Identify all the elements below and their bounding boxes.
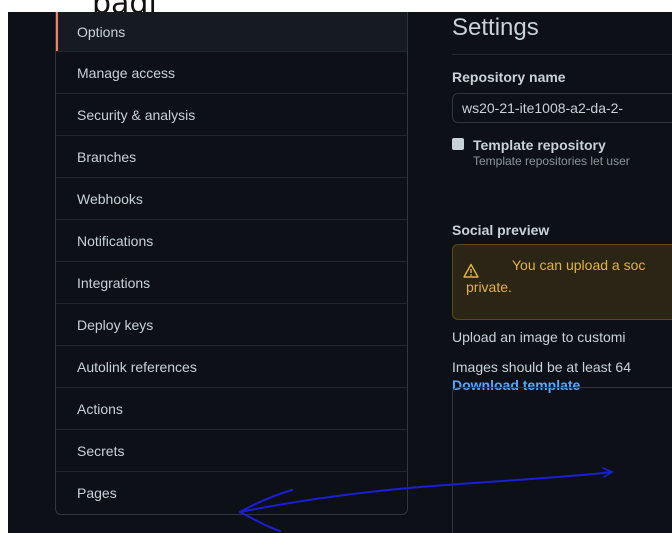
upload-description: Upload an image to customi	[452, 329, 626, 345]
social-preview-label: Social preview	[452, 222, 550, 238]
sidebar-item-label: Security & analysis	[77, 106, 196, 123]
sidebar-item-notifications[interactable]: Notifications	[56, 220, 407, 262]
template-repository-note: Template repositories let user	[473, 154, 630, 168]
sidebar-item-label: Integrations	[77, 274, 151, 291]
sidebar-item-branches[interactable]: Branches	[56, 136, 407, 178]
template-repository-checkbox[interactable]	[452, 138, 464, 150]
sidebar-item-label: Branches	[77, 148, 137, 165]
warning-text: You can upload a soc private.	[466, 257, 646, 295]
sidebar-item-options[interactable]: Options	[56, 12, 407, 52]
repository-name-label: Repository name	[452, 69, 566, 85]
sidebar-item-autolink-references[interactable]: Autolink references	[56, 346, 407, 388]
settings-main: Settings Repository name Template reposi…	[452, 12, 672, 533]
settings-app: Options Manage access Security & analysi…	[8, 12, 672, 533]
sidebar-item-label: Deploy keys	[77, 316, 154, 333]
social-preview-warning: You can upload a soc private.	[452, 244, 672, 320]
page-title: Settings	[452, 14, 539, 41]
sidebar-item-label: Manage access	[77, 64, 176, 81]
sidebar-item-integrations[interactable]: Integrations	[56, 262, 407, 304]
sidebar-item-secrets[interactable]: Secrets	[56, 430, 407, 472]
sidebar-item-security-analysis[interactable]: Security & analysis	[56, 94, 407, 136]
sidebar-item-pages[interactable]: Pages	[56, 472, 407, 514]
sidebar-item-label: Actions	[77, 400, 123, 417]
settings-sidebar: Options Manage access Security & analysi…	[55, 12, 408, 515]
sidebar-item-label: Options	[77, 23, 126, 40]
title-divider	[452, 54, 672, 55]
top-fragment: pagi	[0, 0, 672, 12]
template-repository-label: Template repository	[473, 137, 606, 153]
image-size-description: Images should be at least 64	[452, 359, 632, 375]
sidebar-item-label: Notifications	[77, 232, 154, 249]
sidebar-item-actions[interactable]: Actions	[56, 388, 407, 430]
sidebar-item-webhooks[interactable]: Webhooks	[56, 178, 407, 220]
header-fragment-text: pagi	[92, 0, 157, 12]
sidebar-item-label: Pages	[77, 485, 117, 501]
sidebar-item-label: Autolink references	[77, 358, 197, 375]
sidebar-item-label: Webhooks	[77, 190, 143, 207]
repository-name-input[interactable]	[452, 93, 672, 123]
sidebar-item-label: Secrets	[77, 442, 125, 459]
sidebar-item-deploy-keys[interactable]: Deploy keys	[56, 304, 407, 346]
social-preview-image-area[interactable]	[452, 387, 672, 533]
sidebar-item-manage-access[interactable]: Manage access	[56, 52, 407, 94]
